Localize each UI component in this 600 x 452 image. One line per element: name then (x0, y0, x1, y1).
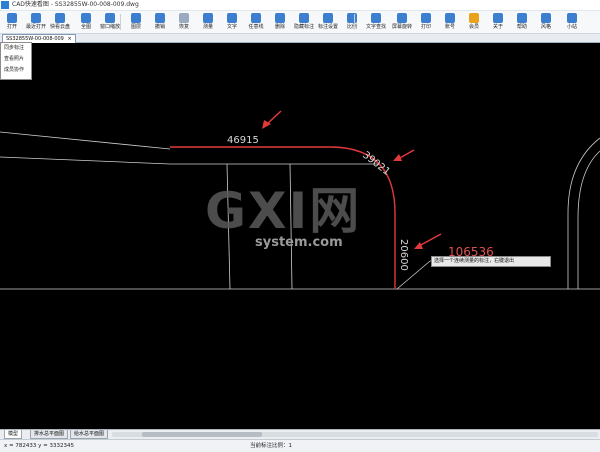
toolbar-button-theme[interactable]: 风格 (536, 12, 556, 32)
sheet-tab-model[interactable]: 模型 (4, 430, 23, 439)
redo-icon (179, 13, 189, 23)
toolbar-label: 小站 (566, 24, 577, 30)
window-zoom-icon (105, 13, 115, 23)
toolbar-button-rotate[interactable]: 屏幕旋转 (392, 12, 412, 32)
app-icon (1, 1, 9, 9)
toolbar-button-hide-annotation[interactable]: 隐藏标注 (294, 12, 314, 32)
cloud-icon (55, 13, 65, 23)
horizontal-scrollbar[interactable] (112, 432, 598, 437)
scale-icon (347, 13, 357, 23)
toolbar-button-help[interactable]: 帮助 (512, 12, 532, 32)
title-bar: CAD快速看图 - SS32855W-00-008-009.dwg (0, 0, 600, 11)
dimension-label[interactable]: 20600 (398, 239, 409, 271)
toolbar-button-text-search[interactable]: 文字查找 (366, 12, 386, 32)
help-icon (517, 13, 527, 23)
eraser-icon (275, 13, 285, 23)
k-logo-icon (567, 13, 577, 23)
sheet-tab-water-supply[interactable]: 给水总平面图 (70, 430, 109, 439)
toolbar-button-window-zoom[interactable]: 窗口缩放 (100, 12, 120, 32)
toolbar-button-measure[interactable]: 测量 (198, 12, 218, 32)
toolbar-button-freeline[interactable]: 任意线 (246, 12, 266, 32)
annotation-settings-icon (323, 13, 333, 23)
folder-open-icon (7, 13, 17, 23)
sheet-tab-drainage[interactable]: 排水总平面图 (30, 430, 69, 439)
drawing-line (0, 131, 171, 150)
toolbar-button-layers[interactable]: 图层 (126, 12, 146, 32)
toolbar-button-undo[interactable]: 撤销 (150, 12, 170, 32)
info-icon (493, 13, 503, 23)
toolbar-button-redo[interactable]: 恢复 (174, 12, 194, 32)
dimension-label[interactable]: 46915 (227, 135, 259, 146)
document-tab-bar: SS32855W-00-008-009 × (0, 34, 600, 43)
printer-icon (421, 13, 431, 23)
layers-icon (131, 13, 141, 23)
toolbar-button-scale[interactable]: 比例 (342, 12, 362, 32)
menu-item-sync-annotation[interactable]: 同步标注 (4, 45, 24, 52)
toolbar-separator (354, 14, 355, 30)
toolbar-button-folder-open[interactable]: 打开 (2, 12, 22, 32)
sheet-tab-bar: 模型 排水总平面图 给水总平面图 (0, 429, 600, 439)
window-title: CAD快速看图 - SS32855W-00-008-009.dwg (12, 1, 139, 8)
scrollbar-thumb[interactable] (142, 432, 262, 437)
arrow-icon (262, 110, 282, 129)
toolbar-button-annotation-settings[interactable]: 标注设置 (318, 12, 338, 32)
watermark-site: system.com (255, 235, 343, 250)
freeline-icon (251, 13, 261, 23)
toolbar-button-printer[interactable]: 打印 (416, 12, 436, 32)
toolbar-button-cloud[interactable]: 快看云盘 (50, 12, 70, 32)
text-search-icon (371, 13, 381, 23)
toolbar-button-info[interactable]: 关于 (488, 12, 508, 32)
text-icon (227, 13, 237, 23)
toolbar-button-k-logo[interactable]: 小站 (562, 12, 582, 32)
clock-icon (31, 13, 41, 23)
toolbar-button-vip[interactable]: 会员 (464, 12, 484, 32)
toolbar-separator (120, 14, 121, 30)
close-icon[interactable]: × (67, 36, 71, 42)
undo-icon (155, 13, 165, 23)
menu-item-member-collab[interactable]: 成员协作 (4, 67, 24, 74)
toolbar-button-clock[interactable]: 最近打开 (26, 12, 46, 32)
fit-all-icon (81, 13, 91, 23)
toolbar: 打开 最近打开 快看云盘 全图 窗口缩放 图层 撤销 恢复 测量 文字 任意线 删除 隐藏标注 标注设置比… (0, 11, 600, 34)
annotation-scale: 当前标注比例：1 (250, 443, 292, 449)
cursor-coordinates: x = 782433 y = 3332345 (4, 443, 74, 449)
drawing-line (0, 156, 171, 165)
status-bar: x = 782433 y = 3332345 当前标注比例：1 (0, 439, 600, 452)
context-menu: 同步标注 查看照片 成员协作 (0, 42, 32, 80)
rotate-icon (397, 13, 407, 23)
watermark-logo: GXI网 (205, 182, 362, 240)
drawing-arc (577, 150, 600, 289)
arrow-icon (414, 233, 442, 249)
toolbar-button-user[interactable]: 账号 (440, 12, 460, 32)
arrow-icon (393, 149, 415, 161)
menu-item-view-photos[interactable]: 查看照片 (4, 56, 24, 63)
toolbar-button-fit-all[interactable]: 全图 (76, 12, 96, 32)
drawing-arc (567, 137, 600, 289)
vip-icon (469, 13, 479, 23)
measure-icon (203, 13, 213, 23)
hide-annotation-icon (299, 13, 309, 23)
toolbar-button-text[interactable]: 文字 (222, 12, 242, 32)
theme-icon (541, 13, 551, 23)
user-icon (445, 13, 455, 23)
toolbar-button-eraser[interactable]: 删除 (270, 12, 290, 32)
measure-tooltip: 选择一个连续测量的标注，右键退出 (431, 256, 551, 267)
